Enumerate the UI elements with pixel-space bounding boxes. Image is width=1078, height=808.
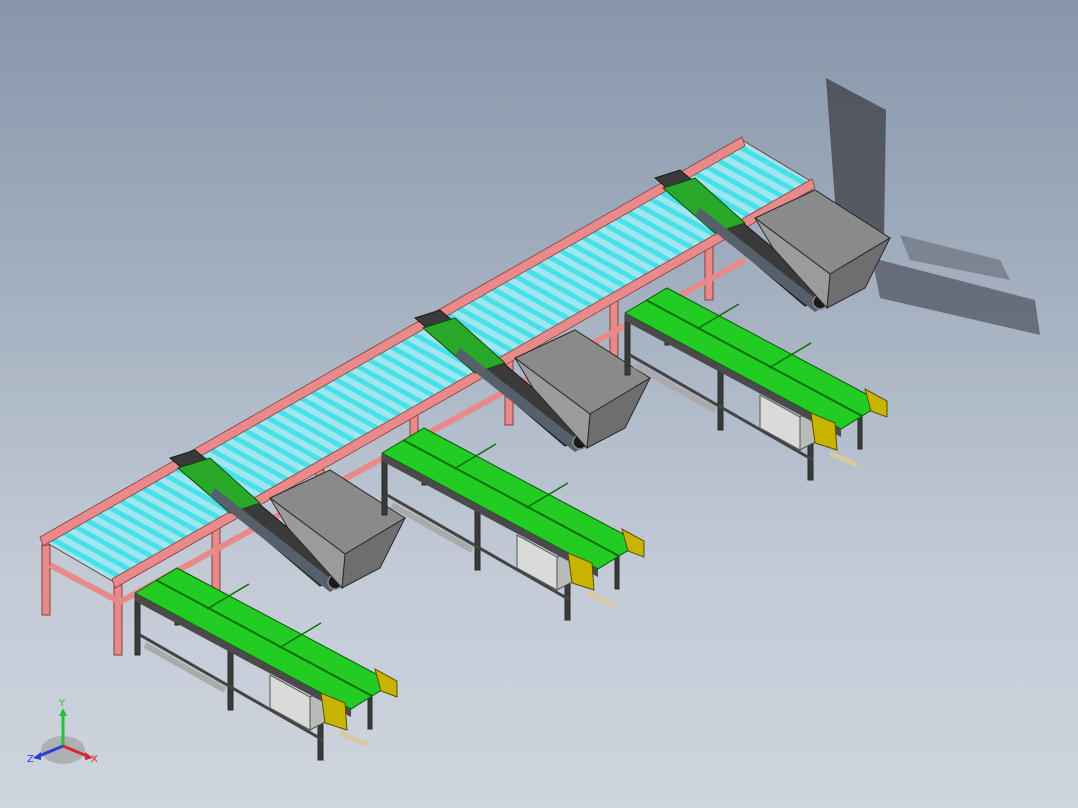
shadow-cast: [826, 78, 1040, 335]
x-label: X: [91, 754, 98, 765]
z-label: Z: [27, 754, 34, 765]
orientation-triad[interactable]: Y Z X: [27, 698, 98, 765]
graphics-viewport[interactable]: Y Z X: [0, 0, 1078, 808]
belt-conveyor-1[interactable]: [135, 568, 397, 760]
belt-conveyor-3[interactable]: [625, 288, 887, 480]
y-label: Y: [58, 698, 66, 709]
belt-conveyor-2[interactable]: [382, 428, 644, 620]
